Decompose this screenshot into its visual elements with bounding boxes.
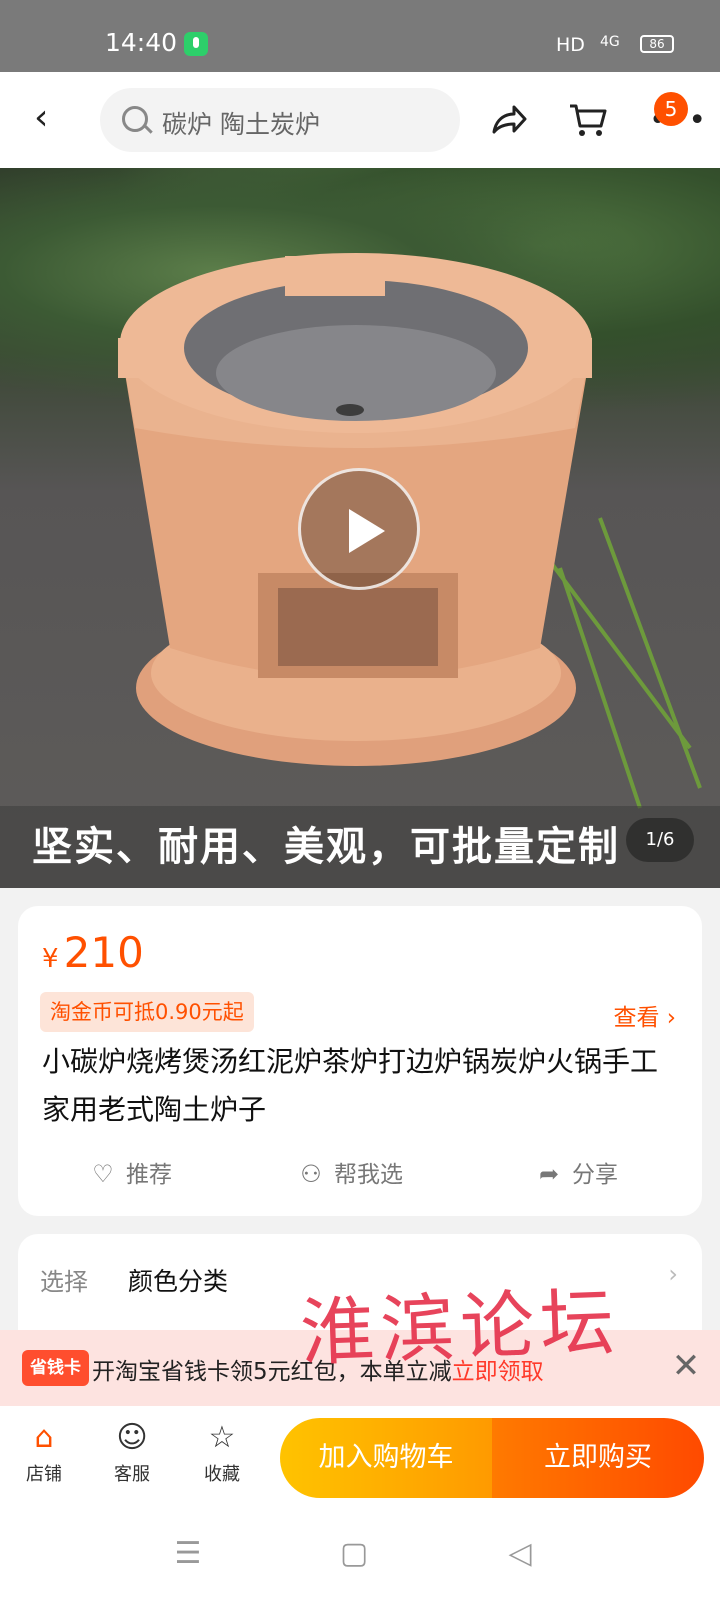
top-navigation: ‹ 碳炉 陶土炭炉 ••• bbox=[0, 72, 720, 168]
heart-icon: ♡ bbox=[92, 1160, 114, 1188]
back-icon[interactable]: ‹ bbox=[34, 98, 74, 138]
close-icon[interactable]: ✕ bbox=[668, 1348, 704, 1384]
search-bar[interactable]: 碳炉 陶土炭炉 bbox=[100, 88, 460, 152]
bottom-action-bar: ⌂ 店铺 ☺ 客服 ☆ 收藏 加入购物车 立即购买 bbox=[0, 1406, 720, 1510]
favorite-label: 收藏 bbox=[204, 1464, 240, 1485]
product-actions: ♡ 推荐 ⚇ 帮我选 ➦ 分享 bbox=[18, 1154, 702, 1194]
share-icon[interactable] bbox=[488, 100, 528, 140]
search-icon bbox=[122, 106, 148, 132]
price: ¥ 210 bbox=[42, 928, 144, 977]
status-time: 14:40 bbox=[105, 28, 178, 57]
store-icon: ⌂ bbox=[34, 1420, 54, 1455]
customer-service-tab[interactable]: ☺ 客服 bbox=[92, 1416, 172, 1486]
store-label: 店铺 bbox=[26, 1464, 62, 1485]
cart-badge: 5 bbox=[654, 92, 688, 126]
sku-selector-label: 选择 bbox=[40, 1268, 88, 1296]
watermark: 淮滨论坛 bbox=[298, 1279, 622, 1377]
network-label: HD bbox=[556, 34, 585, 56]
price-value: 210 bbox=[63, 928, 144, 977]
service-icon: ☺ bbox=[116, 1420, 148, 1455]
price-currency: ¥ bbox=[42, 944, 59, 974]
image-page-indicator: 1/6 bbox=[626, 818, 694, 862]
battery-icon: 86 bbox=[640, 35, 674, 53]
home-icon[interactable]: ▢ bbox=[334, 1534, 374, 1574]
back-nav-icon[interactable]: ◁ bbox=[500, 1534, 540, 1574]
recommend-label: 推荐 bbox=[126, 1162, 172, 1188]
star-icon: ☆ bbox=[208, 1420, 236, 1455]
help-me-choose-label: 帮我选 bbox=[334, 1162, 403, 1188]
promo-tag: 省钱卡 bbox=[22, 1350, 89, 1386]
people-icon: ⚇ bbox=[300, 1160, 322, 1188]
buy-now-button[interactable]: 立即购买 bbox=[492, 1418, 704, 1498]
sku-selector-value: 颜色分类 bbox=[128, 1267, 229, 1296]
store-tab[interactable]: ⌂ 店铺 bbox=[4, 1416, 84, 1486]
add-to-cart-button[interactable]: 加入购物车 bbox=[280, 1418, 492, 1498]
coin-offer-badge[interactable]: 淘金币可抵0.90元起 bbox=[40, 992, 254, 1032]
chevron-right-icon: › bbox=[668, 1260, 678, 1288]
product-info-card: ¥ 210 淘金币可抵0.90元起 查看 › 小碳炉烧烤煲汤红泥炉茶炉打边炉锅炭… bbox=[18, 906, 702, 1216]
cart-icon[interactable] bbox=[568, 100, 608, 140]
status-bar: 14:40 HD 4G 86 bbox=[0, 0, 720, 72]
search-text: 碳炉 陶土炭炉 bbox=[162, 110, 320, 139]
play-icon[interactable] bbox=[298, 468, 420, 590]
menu-icon[interactable]: ☰ bbox=[168, 1534, 208, 1574]
microphone-icon bbox=[184, 32, 208, 56]
share-icon: ➦ bbox=[538, 1160, 560, 1188]
recommend-button[interactable]: ♡ 推荐 bbox=[88, 1154, 172, 1195]
help-me-choose-button[interactable]: ⚇ 帮我选 bbox=[296, 1154, 403, 1195]
view-offer-link[interactable]: 查看 › bbox=[613, 998, 676, 1032]
product-image[interactable]: 坚实、耐用、美观，可批量定制 1/6 bbox=[0, 168, 720, 888]
image-caption: 坚实、耐用、美观，可批量定制 bbox=[0, 806, 720, 888]
product-title: 小碳炉烧烤煲汤红泥炉茶炉打边炉锅炭炉火锅手工家用老式陶土炉子 bbox=[42, 1045, 659, 1126]
signal-icon: 4G bbox=[600, 34, 620, 50]
system-navigation-bar: ☰ ▢ ◁ bbox=[0, 1510, 720, 1600]
customer-service-label: 客服 bbox=[114, 1464, 150, 1485]
favorite-tab[interactable]: ☆ 收藏 bbox=[182, 1416, 262, 1486]
share-label: 分享 bbox=[572, 1162, 618, 1188]
share-button[interactable]: ➦ 分享 bbox=[534, 1154, 618, 1195]
